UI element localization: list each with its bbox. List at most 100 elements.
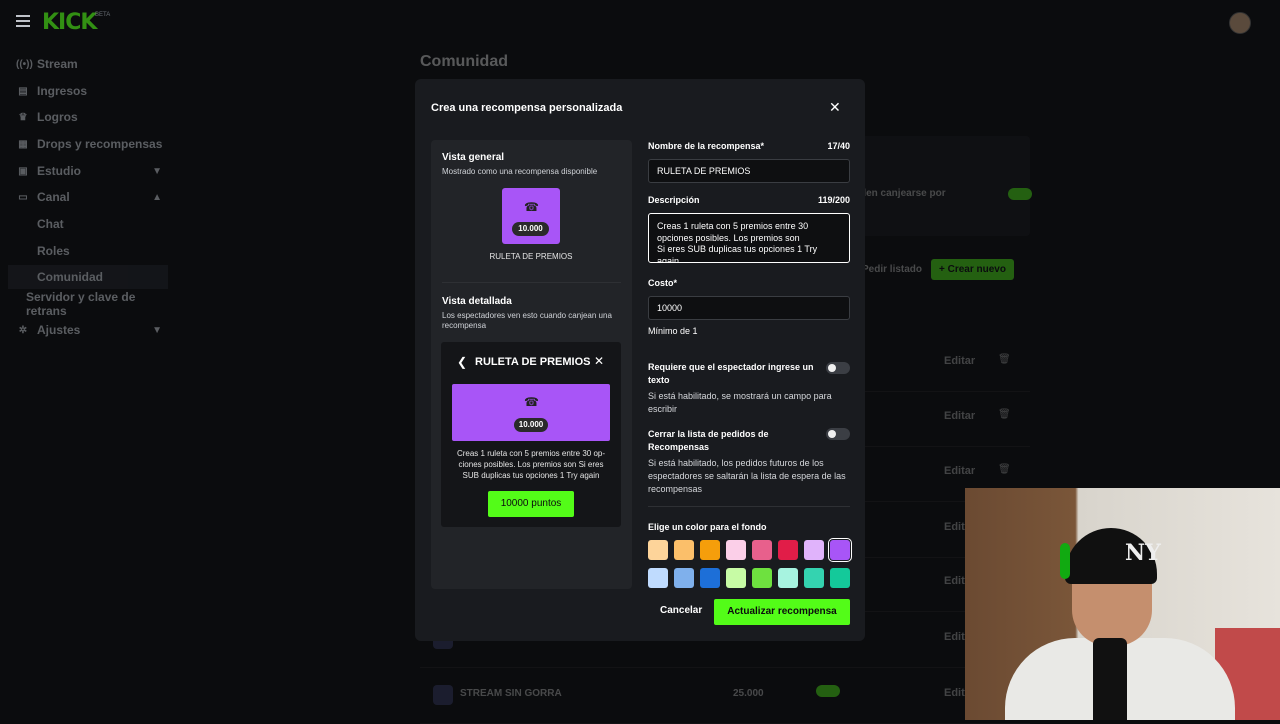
detail-subtitle: Los espectadores ven esto cuando canjean… — [442, 311, 612, 330]
sidebar-item-logros[interactable]: ♛ Logros — [8, 105, 168, 129]
close-icon[interactable]: ✕ — [829, 99, 841, 116]
page-title: Comunidad — [420, 53, 508, 70]
trash-icon[interactable]: 🗑 — [998, 464, 1011, 475]
reward-toggle[interactable] — [816, 685, 840, 697]
kick-logo[interactable]: KICK — [42, 10, 97, 35]
sidebar-item-roles[interactable]: Roles — [8, 239, 168, 263]
preview-panel: Vista general Mostrado como una recompen… — [431, 140, 632, 589]
close-queue-label: Cerrar la lista de pedidos de Recompensa… — [648, 429, 769, 452]
sidebar-item-chat[interactable]: Chat — [8, 212, 168, 236]
sidebar-item-stream[interactable]: ((•)) Stream — [8, 52, 168, 76]
gift-icon: ☎ — [524, 200, 539, 214]
divider — [442, 282, 621, 283]
reward-tile: ☎ 10.000 — [502, 188, 560, 244]
toggle-knob — [828, 364, 836, 372]
color-swatch[interactable] — [778, 568, 798, 588]
edit-button[interactable]: Edit — [944, 521, 965, 533]
close-icon: ✕ — [594, 354, 605, 368]
sidebar-item-canal[interactable]: ▭ Canal ▲ — [8, 185, 168, 209]
edit-button[interactable]: Edit — [944, 687, 965, 699]
setting-toggle[interactable] — [1008, 188, 1032, 200]
sidebar-item-label: Canal — [37, 190, 70, 204]
color-swatch[interactable] — [778, 540, 798, 560]
chevron-down-icon: ▼ — [152, 324, 162, 336]
sidebar-item-servidor[interactable]: Servidor y clave de retrans — [8, 290, 168, 318]
sidebar-item-estudio[interactable]: ▣ Estudio ▼ — [8, 159, 168, 183]
color-swatch[interactable] — [752, 540, 772, 560]
edit-button[interactable]: Edit — [944, 631, 965, 643]
color-swatch[interactable] — [804, 568, 824, 588]
list-button[interactable]: Pedir listado — [862, 264, 922, 275]
tile-cost: 10.000 — [512, 222, 549, 236]
modal-title: Crea una recompensa personalizada — [431, 102, 623, 114]
close-queue-toggle[interactable] — [826, 428, 850, 440]
sidebar-item-label: Chat — [37, 217, 64, 231]
description-textarea[interactable]: Creas 1 ruleta con 5 premios entre 30 op… — [648, 213, 850, 263]
name-counter: 17/40 — [827, 141, 850, 151]
banner-cost: 10.000 — [514, 418, 548, 432]
sidebar-item-comunidad[interactable]: Comunidad — [8, 265, 168, 289]
revenue-icon: ▤ — [18, 85, 28, 97]
overview-subtitle: Mostrado como una recompensa disponible — [442, 167, 598, 176]
trophy-icon: ♛ — [18, 111, 28, 123]
drops-icon: ▦ — [18, 138, 28, 150]
trash-icon[interactable]: 🗑 — [998, 409, 1011, 420]
cancel-button[interactable]: Cancelar — [660, 605, 702, 616]
setting-text: den canjearse por — [860, 188, 946, 199]
webcam-headset — [1060, 543, 1070, 579]
color-swatch[interactable] — [700, 540, 720, 560]
name-input[interactable]: RULETA DE PREMIOS — [648, 159, 850, 183]
color-swatch[interactable] — [674, 540, 694, 560]
top-bar: KICK BETA — [0, 0, 1280, 44]
broadcast-icon: ((•)) — [16, 58, 33, 70]
color-swatch[interactable] — [752, 568, 772, 588]
color-swatch[interactable] — [700, 568, 720, 588]
detail-preview: ❮ RULETA DE PREMIOS ✕ ☎ 10.000 Creas 1 r… — [441, 342, 621, 527]
reward-icon — [433, 685, 453, 705]
color-swatch[interactable] — [674, 568, 694, 588]
logo-beta-label: BETA — [95, 12, 111, 18]
color-swatch[interactable] — [726, 540, 746, 560]
color-label: Elige un color para el fondo — [648, 522, 767, 532]
edit-button[interactable]: Editar — [944, 355, 975, 367]
trash-icon[interactable]: 🗑 — [998, 354, 1011, 365]
chevron-up-icon: ▲ — [152, 191, 162, 203]
color-swatch[interactable] — [648, 540, 668, 560]
menu-icon[interactable] — [16, 15, 30, 27]
divider — [648, 506, 850, 507]
detail-heading: Vista detallada — [442, 296, 512, 307]
edit-button[interactable]: Editar — [944, 410, 975, 422]
sidebar-item-label: Ingresos — [37, 84, 88, 98]
color-swatch[interactable] — [648, 568, 668, 588]
color-swatch[interactable] — [830, 568, 850, 588]
color-swatch[interactable] — [804, 540, 824, 560]
channel-icon: ▭ — [18, 191, 28, 203]
color-swatch[interactable] — [828, 538, 852, 562]
webcam-overlay: NY — [965, 488, 1280, 720]
tile-label: RULETA DE PREMIOS — [489, 252, 573, 261]
edit-button[interactable]: Edit — [944, 575, 965, 587]
detail-title: RULETA DE PREMIOS — [475, 356, 591, 368]
edit-button[interactable]: Editar — [944, 465, 975, 477]
sidebar-item-label: Servidor y clave de retrans — [26, 290, 136, 318]
description-counter: 119/200 — [817, 195, 850, 205]
create-button[interactable]: + Crear nuevo — [931, 259, 1014, 280]
color-swatch[interactable] — [726, 568, 746, 588]
cost-input[interactable]: 10000 — [648, 296, 850, 320]
sidebar-item-label: Roles — [37, 244, 70, 258]
name-label: Nombre de la recompensa* — [648, 141, 765, 151]
sidebar-item-ajustes[interactable]: ✲ Ajustes ▼ — [8, 318, 168, 342]
table-row: STREAM SIN GORRA 25.000 Edit — [420, 672, 1030, 724]
sidebar-item-drops[interactable]: ▦ Drops y recompensas — [8, 132, 168, 156]
sidebar-item-label: Logros — [37, 110, 78, 124]
detail-points-button: 10000 puntos — [488, 491, 574, 517]
cost-label: Costo* — [648, 278, 677, 288]
sidebar-item-label: Ajustes — [37, 323, 81, 337]
sidebar-item-label: Stream — [37, 57, 78, 71]
avatar[interactable] — [1229, 12, 1251, 34]
sidebar-item-ingresos[interactable]: ▤ Ingresos — [8, 79, 168, 103]
gear-icon: ✲ — [18, 324, 28, 336]
require-text-toggle[interactable] — [826, 362, 850, 374]
update-reward-button[interactable]: Actualizar recompensa — [714, 599, 850, 625]
webcam-microphone — [1093, 638, 1127, 720]
